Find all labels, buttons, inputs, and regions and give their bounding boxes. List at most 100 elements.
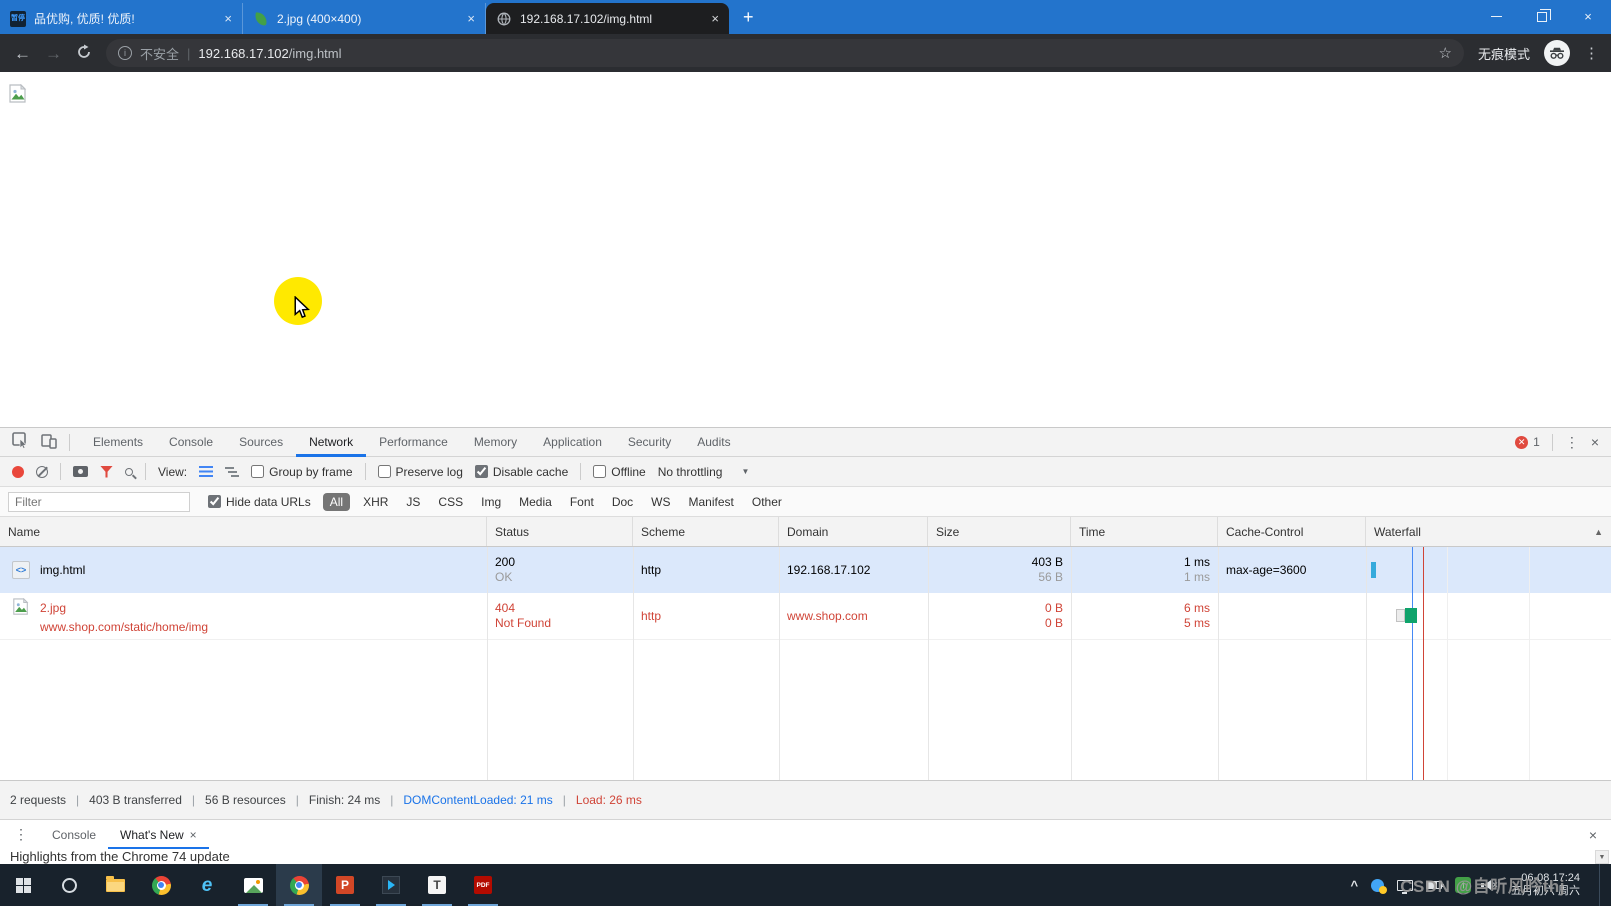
drawer-menu-icon[interactable]: ⋮	[0, 826, 40, 843]
tab-network[interactable]: Network	[296, 428, 366, 457]
device-toolbar-icon[interactable]	[41, 433, 57, 452]
browser-tab-3-active[interactable]: 192.168.17.102/img.html ×	[486, 3, 729, 34]
table-row-img-html[interactable]: <> img.html 200 OK http 192.168.17.102 4…	[0, 547, 1611, 593]
filter-type-js[interactable]: JS	[401, 493, 425, 511]
tab-close-icon[interactable]: ×	[711, 11, 719, 26]
media-player-button[interactable]	[368, 864, 414, 906]
filter-funnel-icon[interactable]	[100, 466, 113, 478]
bookmark-star-icon[interactable]: ☆	[1439, 44, 1452, 62]
group-by-frame-checkbox[interactable]	[251, 465, 264, 478]
url-host: 192.168.17.102	[198, 46, 288, 61]
search-icon[interactable]	[125, 468, 133, 476]
file-explorer-button[interactable]	[92, 864, 138, 906]
offline-toggle[interactable]: Offline	[593, 465, 645, 479]
browser-tab-2[interactable]: 2.jpg (400×400) ×	[243, 3, 486, 34]
close-window-button[interactable]: ×	[1565, 0, 1611, 33]
drawer-tab-console[interactable]: Console	[40, 820, 108, 849]
start-button[interactable]	[0, 864, 46, 906]
col-domain[interactable]: Domain	[779, 517, 928, 546]
tab-memory[interactable]: Memory	[461, 428, 530, 457]
error-badge[interactable]: ✕ 1	[1515, 435, 1540, 449]
col-scheme[interactable]: Scheme	[633, 517, 779, 546]
drawer-close-icon[interactable]: ×	[1589, 827, 1611, 843]
preserve-log-checkbox[interactable]	[378, 465, 391, 478]
tab-security[interactable]: Security	[615, 428, 684, 457]
reload-button[interactable]	[76, 44, 92, 63]
messenger-tray-icon[interactable]	[1371, 879, 1384, 892]
filter-type-xhr[interactable]: XHR	[358, 493, 393, 511]
record-button[interactable]	[12, 466, 24, 478]
capture-screenshots-icon[interactable]	[73, 466, 88, 477]
scrollbar-down-button[interactable]: ▼	[1595, 850, 1609, 864]
chrome-active-button[interactable]	[276, 864, 322, 906]
tab-close-icon[interactable]: ×	[467, 11, 475, 26]
col-time[interactable]: Time	[1071, 517, 1218, 546]
tray-chevron-icon[interactable]: ^	[1351, 878, 1359, 893]
chrome-pinned-button[interactable]	[138, 864, 184, 906]
omnibox[interactable]: i 不安全 | 192.168.17.102/img.html ☆	[106, 39, 1464, 67]
tab-close-icon[interactable]: ×	[224, 11, 232, 26]
col-waterfall[interactable]: Waterfall ▲	[1366, 517, 1611, 546]
typora-button[interactable]: T	[414, 864, 460, 906]
hide-data-urls-toggle[interactable]: Hide data URLs	[208, 495, 311, 509]
request-rows-view-icon[interactable]	[199, 466, 213, 477]
tab-sources[interactable]: Sources	[226, 428, 296, 457]
filter-input[interactable]	[8, 492, 190, 512]
devtools-menu-icon[interactable]: ⋮	[1565, 434, 1579, 451]
show-desktop-button[interactable]	[1599, 864, 1603, 906]
tab-title: 2.jpg (400×400)	[277, 12, 459, 26]
filter-type-ws[interactable]: WS	[646, 493, 675, 511]
col-cache-control[interactable]: Cache-Control	[1218, 517, 1366, 546]
tab-performance[interactable]: Performance	[366, 428, 461, 457]
offline-checkbox[interactable]	[593, 465, 606, 478]
tab-elements[interactable]: Elements	[80, 428, 156, 457]
requests-count: 2 requests	[10, 793, 66, 807]
table-row-2-jpg[interactable]: 2.jpg www.shop.com/static/home/img 404 N…	[0, 593, 1611, 640]
tab-application[interactable]: Application	[530, 428, 615, 457]
clear-button[interactable]	[36, 466, 48, 478]
maximize-button[interactable]	[1519, 0, 1565, 33]
filter-type-doc[interactable]: Doc	[607, 493, 638, 511]
network-toolbar: View: Group by frame Preserve log Disabl…	[0, 457, 1611, 487]
minimize-button[interactable]	[1473, 0, 1519, 33]
col-status[interactable]: Status	[487, 517, 633, 546]
status-code: 200	[495, 555, 633, 570]
incognito-avatar-icon[interactable]	[1544, 40, 1570, 66]
drawer-tab-whats-new[interactable]: What's New ×	[108, 820, 209, 849]
col-size[interactable]: Size	[928, 517, 1071, 546]
preserve-log-toggle[interactable]: Preserve log	[378, 465, 463, 479]
disable-cache-toggle[interactable]: Disable cache	[475, 465, 568, 479]
browser-tab-1[interactable]: 暂停 品优购, 优质! 优质! ×	[0, 3, 243, 34]
throttling-select[interactable]: No throttling ▼	[658, 465, 750, 479]
filter-type-all[interactable]: All	[323, 493, 350, 511]
col-name[interactable]: Name	[0, 517, 487, 546]
disable-cache-checkbox[interactable]	[475, 465, 488, 478]
filter-type-media[interactable]: Media	[514, 493, 557, 511]
page-info-icon[interactable]: i	[118, 46, 132, 60]
cortana-button[interactable]	[46, 864, 92, 906]
forward-button[interactable]: →	[45, 45, 62, 62]
domain: 192.168.17.102	[779, 547, 928, 593]
overview-view-icon[interactable]	[225, 466, 239, 477]
filter-type-css[interactable]: CSS	[433, 493, 468, 511]
back-button[interactable]: ←	[14, 45, 31, 62]
new-tab-button[interactable]: +	[743, 7, 754, 28]
filter-type-manifest[interactable]: Manifest	[684, 493, 739, 511]
group-by-frame-label: Group by frame	[269, 465, 352, 479]
tab-audits[interactable]: Audits	[684, 428, 743, 457]
hide-data-urls-checkbox[interactable]	[208, 495, 221, 508]
filter-type-other[interactable]: Other	[747, 493, 787, 511]
load-event-line	[1423, 547, 1424, 780]
internet-explorer-button[interactable]: e	[184, 864, 230, 906]
pdf-reader-button[interactable]: PDF	[460, 864, 506, 906]
browser-menu-icon[interactable]: ⋮	[1584, 44, 1599, 62]
inspect-element-icon[interactable]	[12, 432, 29, 452]
filter-type-img[interactable]: Img	[476, 493, 506, 511]
devtools-close-icon[interactable]: ×	[1591, 434, 1599, 450]
filter-type-font[interactable]: Font	[565, 493, 599, 511]
photo-viewer-button[interactable]	[230, 864, 276, 906]
tab-console[interactable]: Console	[156, 428, 226, 457]
powerpoint-button[interactable]: P	[322, 864, 368, 906]
drawer-tab-close-icon[interactable]: ×	[190, 828, 197, 842]
group-by-frame-toggle[interactable]: Group by frame	[251, 465, 352, 479]
